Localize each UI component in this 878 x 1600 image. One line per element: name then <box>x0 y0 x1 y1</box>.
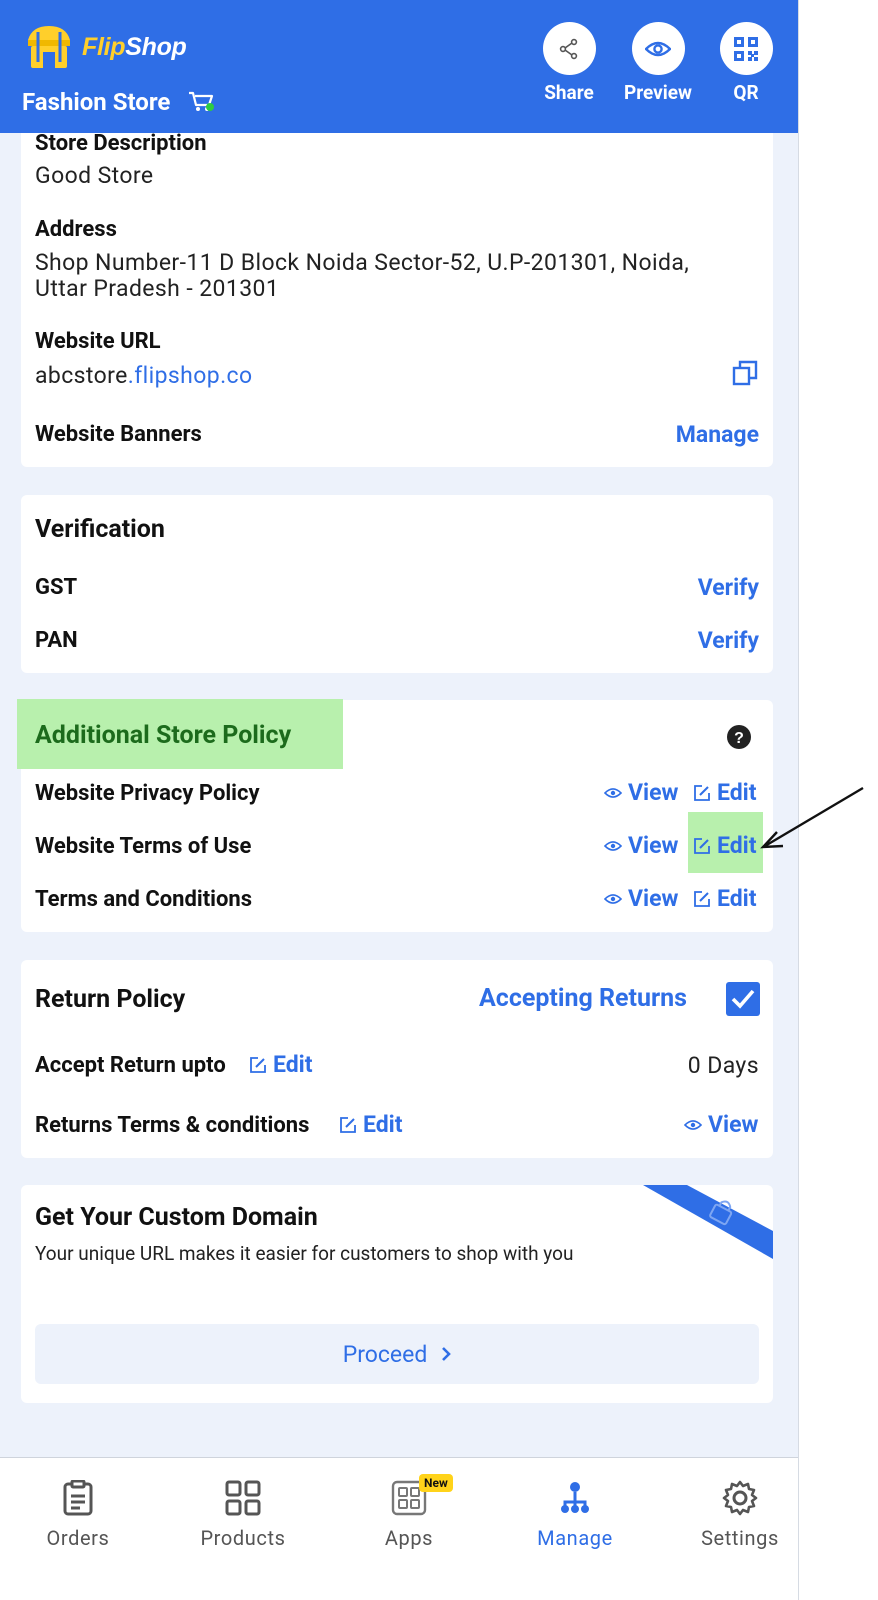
gear-icon <box>722 1480 758 1516</box>
additional-policy-title: Additional Store Policy <box>35 721 292 750</box>
terms-conditions-label: Terms and Conditions <box>35 887 253 912</box>
privacy-policy-edit[interactable]: Edit <box>693 779 757 806</box>
address-label: Address <box>35 217 117 242</box>
preview-button[interactable]: Preview <box>618 22 698 104</box>
nav-manage[interactable]: Manage <box>505 1480 645 1550</box>
privacy-policy-label: Website Privacy Policy <box>35 781 260 806</box>
share-label: Share <box>544 81 594 104</box>
terms-conditions-edit[interactable]: Edit <box>693 885 757 912</box>
new-badge: New <box>419 1474 453 1492</box>
svg-text:?: ? <box>734 730 744 747</box>
qr-button[interactable]: QR <box>706 22 786 104</box>
store-name: Fashion Store <box>22 88 171 116</box>
returns-terms-edit[interactable]: Edit <box>339 1111 403 1138</box>
preview-label: Preview <box>623 81 693 104</box>
help-icon[interactable]: ? <box>726 724 752 750</box>
cart-icon <box>189 91 215 111</box>
custom-domain-card: Get Your Custom Domain Your unique URL m… <box>21 1185 773 1403</box>
returns-terms-label: Returns Terms & conditions <box>35 1113 310 1138</box>
nav-apps[interactable]: New Apps <box>339 1474 479 1550</box>
brand-logo[interactable]: FlipShop <box>22 22 187 72</box>
store-name-row[interactable]: Fashion Store <box>22 88 215 116</box>
edit-icon <box>694 784 710 801</box>
verification-title: Verification <box>35 515 165 544</box>
preview-circle <box>631 22 685 75</box>
nav-products[interactable]: Products <box>173 1480 313 1550</box>
website-url-value[interactable]: abcstore.flipshop.co <box>35 362 253 389</box>
proceed-button[interactable]: Proceed <box>35 1324 759 1384</box>
qr-label: QR <box>733 81 759 104</box>
gst-label: GST <box>35 575 78 600</box>
app-screen: FlipShop Fashion Store Share Preview QR … <box>0 0 799 1600</box>
return-policy-card: Return Policy Accepting Returns Accept R… <box>21 960 773 1158</box>
eye-icon <box>604 787 622 798</box>
store-description-label: Store Description <box>35 131 207 156</box>
address-line-1: Shop Number-11 D Block Noida Sector-52, … <box>35 249 690 276</box>
custom-domain-title: Get Your Custom Domain <box>35 1203 318 1232</box>
accepting-returns-checkbox[interactable] <box>726 982 760 1016</box>
qr-circle <box>719 22 773 75</box>
eye-icon <box>684 1119 702 1130</box>
share-circle <box>542 22 596 75</box>
edit-icon <box>694 890 710 907</box>
share-icon <box>559 38 578 59</box>
store-logo-icon <box>28 26 70 68</box>
edit-icon <box>250 1056 266 1073</box>
return-policy-title: Return Policy <box>35 985 186 1014</box>
terms-of-use-label: Website Terms of Use <box>35 834 252 859</box>
verification-card: Verification GST Verify PAN Verify <box>21 495 773 673</box>
qr-icon <box>734 36 758 61</box>
copy-icon[interactable] <box>732 360 758 386</box>
terms-of-use-edit[interactable]: Edit <box>693 832 757 859</box>
website-banners-label: Website Banners <box>35 422 202 447</box>
top-header: FlipShop Fashion Store Share Preview QR <box>0 0 798 133</box>
store-description-value: Good Store <box>35 162 154 189</box>
terms-of-use-view[interactable]: View <box>604 832 678 859</box>
manage-banners-link[interactable]: Manage <box>676 421 759 448</box>
share-button[interactable]: Share <box>529 22 609 104</box>
accept-return-upto-edit[interactable]: Edit <box>249 1051 313 1078</box>
pan-verify-link[interactable]: Verify <box>698 627 759 654</box>
edit-icon <box>340 1116 356 1133</box>
eye-icon <box>604 840 622 851</box>
accept-return-upto-label: Accept Return upto <box>35 1053 226 1078</box>
premium-ribbon <box>643 1185 773 1259</box>
manage-icon <box>561 1482 589 1513</box>
accept-return-days-value: 0 Days <box>687 1052 759 1079</box>
address-line-2: Uttar Pradesh - 201301 <box>35 275 280 302</box>
terms-conditions-view[interactable]: View <box>604 885 678 912</box>
clipboard-icon <box>63 1480 93 1516</box>
privacy-policy-view[interactable]: View <box>604 779 678 806</box>
bottom-navigation: Orders Products New Apps Manage Settings <box>0 1457 798 1600</box>
website-url-label: Website URL <box>35 329 161 354</box>
edit-icon <box>694 837 710 854</box>
nav-settings[interactable]: Settings <box>670 1480 798 1550</box>
additional-store-policy-card: Additional Store Policy ? Website Privac… <box>17 699 773 932</box>
eye-icon <box>604 893 622 904</box>
pan-label: PAN <box>35 628 78 653</box>
brand-name: FlipShop <box>82 32 187 61</box>
annotation-arrow <box>760 786 864 849</box>
custom-domain-subtitle: Your unique URL makes it easier for cust… <box>35 1242 574 1265</box>
eye-icon <box>645 41 671 56</box>
gst-verify-link[interactable]: Verify <box>698 574 759 601</box>
nav-orders[interactable]: Orders <box>8 1480 148 1550</box>
store-info-card: Store Description Good Store Address Sho… <box>21 110 773 467</box>
grid-icon <box>225 1480 261 1516</box>
accepting-returns-label[interactable]: Accepting Returns <box>479 984 687 1013</box>
returns-terms-view[interactable]: View <box>684 1111 758 1138</box>
chevron-right-icon <box>442 1347 452 1361</box>
